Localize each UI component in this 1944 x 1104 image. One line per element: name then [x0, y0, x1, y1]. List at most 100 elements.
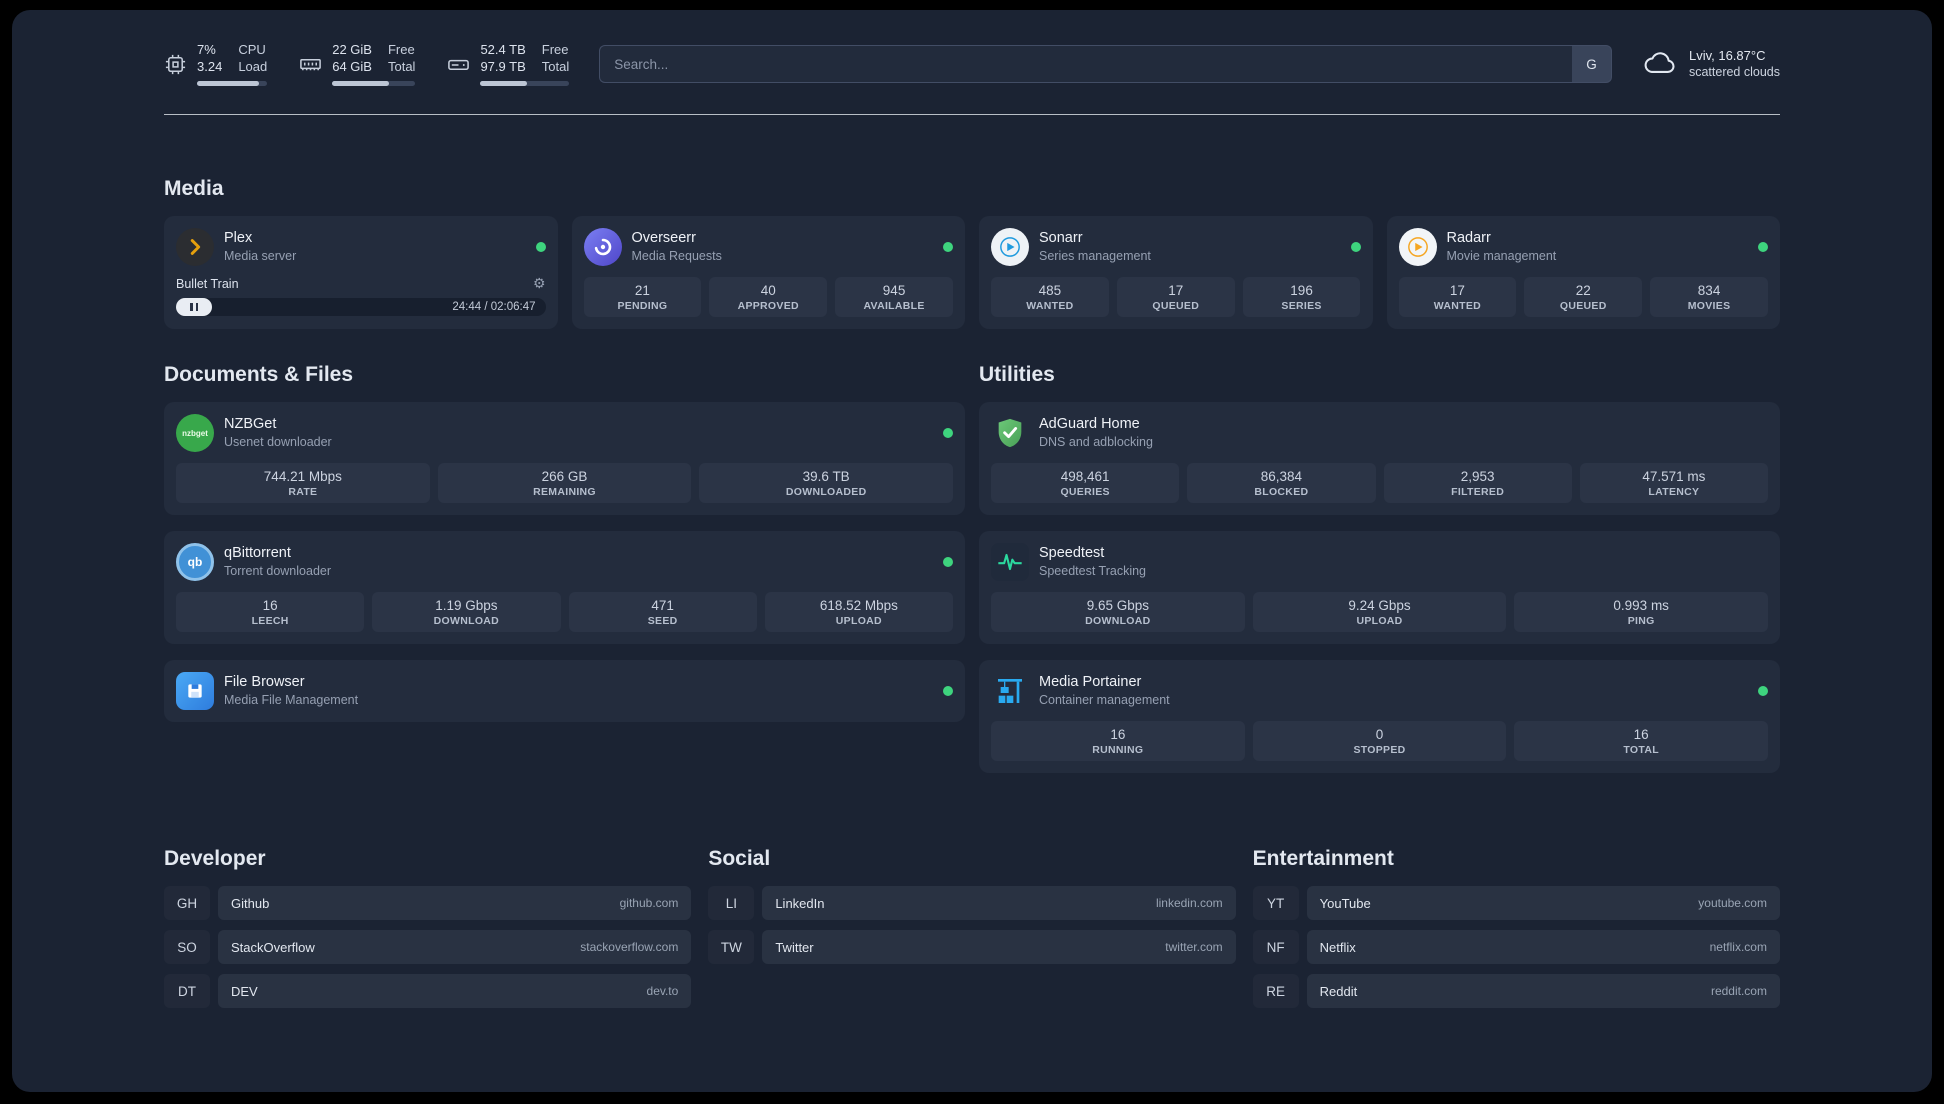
- status-dot: [1758, 686, 1768, 696]
- service-card-portainer[interactable]: Media Portainer Container management 16 …: [979, 660, 1780, 773]
- memory-icon: [299, 53, 322, 76]
- stat-queued: 22 QUEUED: [1524, 277, 1643, 317]
- service-description: Media File Management: [224, 693, 359, 708]
- stat-stopped: 0 STOPPED: [1252, 721, 1507, 761]
- service-card-radarr[interactable]: Radarr Movie management 17 WANTED 22 QUE…: [1386, 216, 1780, 329]
- service-name: Speedtest: [1039, 545, 1105, 562]
- now-playing-widget: Bullet Train ⚙ 24:44 / 02:06:47: [176, 275, 546, 316]
- service-card-qbittorrent[interactable]: qb qBittorrent Torrent downloader 16 LEE…: [164, 531, 965, 644]
- stat-series: 196 SERIES: [1242, 277, 1361, 317]
- bookmark-linkedin[interactable]: LI LinkedIn linkedin.com: [708, 886, 1236, 920]
- playback-progress-bar[interactable]: 24:44 / 02:06:47: [176, 298, 546, 316]
- bookmark-name: Github: [231, 895, 270, 911]
- service-description: DNS and adblocking: [1039, 435, 1153, 450]
- service-card-adguard[interactable]: AdGuard Home DNS and adblocking 498,461 …: [979, 402, 1780, 515]
- bookmark-dev[interactable]: DT DEV dev.to: [164, 974, 692, 1008]
- stat-upload: 618.52 Mbps UPLOAD: [764, 592, 953, 632]
- status-dot: [1758, 242, 1768, 252]
- weather-widget[interactable]: Lviv, 16.87°C scattered clouds: [1642, 47, 1780, 81]
- memory-label-1: Free: [387, 42, 415, 58]
- bookmark-url: youtube.com: [1698, 896, 1767, 910]
- cpu-load: 3.24: [197, 59, 223, 74]
- service-card-speedtest[interactable]: Speedtest Speedtest Tracking 9.65 Gbps D…: [979, 531, 1780, 644]
- section-title-media: Media: [164, 177, 224, 200]
- memory-label-2: Total: [387, 59, 416, 74]
- service-card-overseerr[interactable]: Overseerr Media Requests 21 PENDING 40 A…: [571, 216, 965, 329]
- service-name: Overseerr: [631, 230, 696, 247]
- disk-icon: [447, 53, 470, 76]
- service-name: AdGuard Home: [1039, 416, 1140, 433]
- cloud-icon: [1642, 50, 1678, 77]
- section-utilities: Utilities AdGuard Home DNS and adblockin…: [979, 363, 1780, 789]
- section-documents: Documents & Files nzbget NZBGet Usenet d…: [164, 363, 965, 789]
- resource-monitors: 7% 3.24 CPU Load 22 GiB 64 GiB Free Tota…: [164, 42, 570, 86]
- bookmark-stackoverflow[interactable]: SO StackOverflow stackoverflow.com: [164, 930, 692, 964]
- status-dot: [943, 686, 953, 696]
- service-name: File Browser: [224, 674, 305, 691]
- bookmark-github[interactable]: GH Github github.com: [164, 886, 692, 920]
- section-title-documents: Documents & Files: [164, 363, 354, 386]
- service-card-nzbget[interactable]: nzbget NZBGet Usenet downloader 744.21 M…: [164, 402, 965, 515]
- bookmark-netflix[interactable]: NF Netflix netflix.com: [1253, 930, 1780, 964]
- overseerr-icon: [583, 228, 622, 266]
- service-description: Movie management: [1446, 249, 1557, 264]
- bookmark-reddit[interactable]: RE Reddit reddit.com: [1253, 974, 1780, 1008]
- cpu-label-2: Load: [238, 59, 268, 74]
- stat-remaining: 266 GB REMAINING: [437, 463, 692, 503]
- topbar-divider: [164, 114, 1780, 115]
- stat-download: 9.65 Gbps DOWNLOAD: [991, 592, 1245, 632]
- cpu-label-1: CPU: [238, 42, 266, 58]
- stat-available: 945 AVAILABLE: [835, 277, 953, 317]
- stat-wanted: 17 WANTED: [1398, 277, 1517, 317]
- disk-monitor: 52.4 TB 97.9 TB Free Total: [447, 42, 570, 86]
- dashboard: 7% 3.24 CPU Load 22 GiB 64 GiB Free Tota…: [12, 10, 1932, 1092]
- disk-label-2: Total: [541, 59, 570, 74]
- service-description: Torrent downloader: [224, 564, 332, 579]
- portainer-icon: [991, 672, 1029, 710]
- disk-label-1: Free: [541, 42, 569, 58]
- playback-time: 24:44 / 02:06:47: [452, 301, 536, 313]
- service-description: Usenet downloader: [224, 435, 332, 450]
- bookmark-twitter[interactable]: TW Twitter twitter.com: [708, 930, 1236, 964]
- service-name: Sonarr: [1039, 230, 1083, 247]
- bookmark-url: github.com: [619, 896, 679, 910]
- stat-download: 1.19 Gbps DOWNLOAD: [372, 592, 561, 632]
- service-card-plex[interactable]: Plex Media server Bullet Train ⚙ 24:44 /…: [164, 216, 558, 329]
- bookmark-name: LinkedIn: [775, 895, 825, 911]
- topbar: 7% 3.24 CPU Load 22 GiB 64 GiB Free Tota…: [164, 10, 1780, 88]
- search-input[interactable]: [599, 45, 1572, 83]
- gear-icon[interactable]: ⚙: [533, 275, 546, 292]
- stat-queries: 498,461 QUERIES: [991, 463, 1180, 503]
- service-description: Media server: [224, 249, 297, 264]
- service-card-sonarr[interactable]: Sonarr Series management 485 WANTED 17 Q…: [979, 216, 1373, 329]
- memory-total: 64 GiB: [332, 59, 372, 74]
- bookmark-name: Reddit: [1319, 983, 1358, 999]
- weather-condition: scattered clouds: [1688, 65, 1780, 80]
- stat-seed: 471 SEED: [568, 592, 757, 632]
- cpu-monitor: 7% 3.24 CPU Load: [164, 42, 268, 86]
- bookmark-url: twitter.com: [1165, 940, 1223, 954]
- plex-icon: [176, 228, 214, 266]
- service-name: qBittorrent: [224, 545, 291, 562]
- adguard-icon: [991, 414, 1029, 452]
- service-name: Media Portainer: [1039, 674, 1142, 691]
- stat-rate: 744.21 Mbps RATE: [176, 463, 430, 503]
- bookmark-abbr: DT: [164, 974, 210, 1008]
- bookmark-url: reddit.com: [1710, 984, 1767, 998]
- bookmark-name: YouTube: [1319, 895, 1371, 911]
- bookmark-abbr: YT: [1253, 886, 1299, 920]
- stat-approved: 40 APPROVED: [709, 277, 828, 317]
- bookmark-youtube[interactable]: YT YouTube youtube.com: [1253, 886, 1780, 920]
- bookmark-abbr: NF: [1253, 930, 1299, 964]
- service-card-filebrowser[interactable]: File Browser Media File Management: [164, 660, 965, 722]
- service-description: Container management: [1039, 693, 1170, 708]
- stat-downloaded: 39.6 TB DOWNLOADED: [699, 463, 954, 503]
- stat-movies: 834 MOVIES: [1650, 277, 1768, 317]
- filebrowser-icon: [176, 672, 214, 710]
- stat-queued: 17 QUEUED: [1116, 277, 1235, 317]
- search-provider-button[interactable]: G: [1571, 45, 1612, 83]
- bookmark-name: StackOverflow: [231, 939, 315, 955]
- disk-free: 52.4 TB: [480, 42, 526, 58]
- service-name: Plex: [224, 230, 253, 247]
- pause-icon[interactable]: [176, 298, 212, 316]
